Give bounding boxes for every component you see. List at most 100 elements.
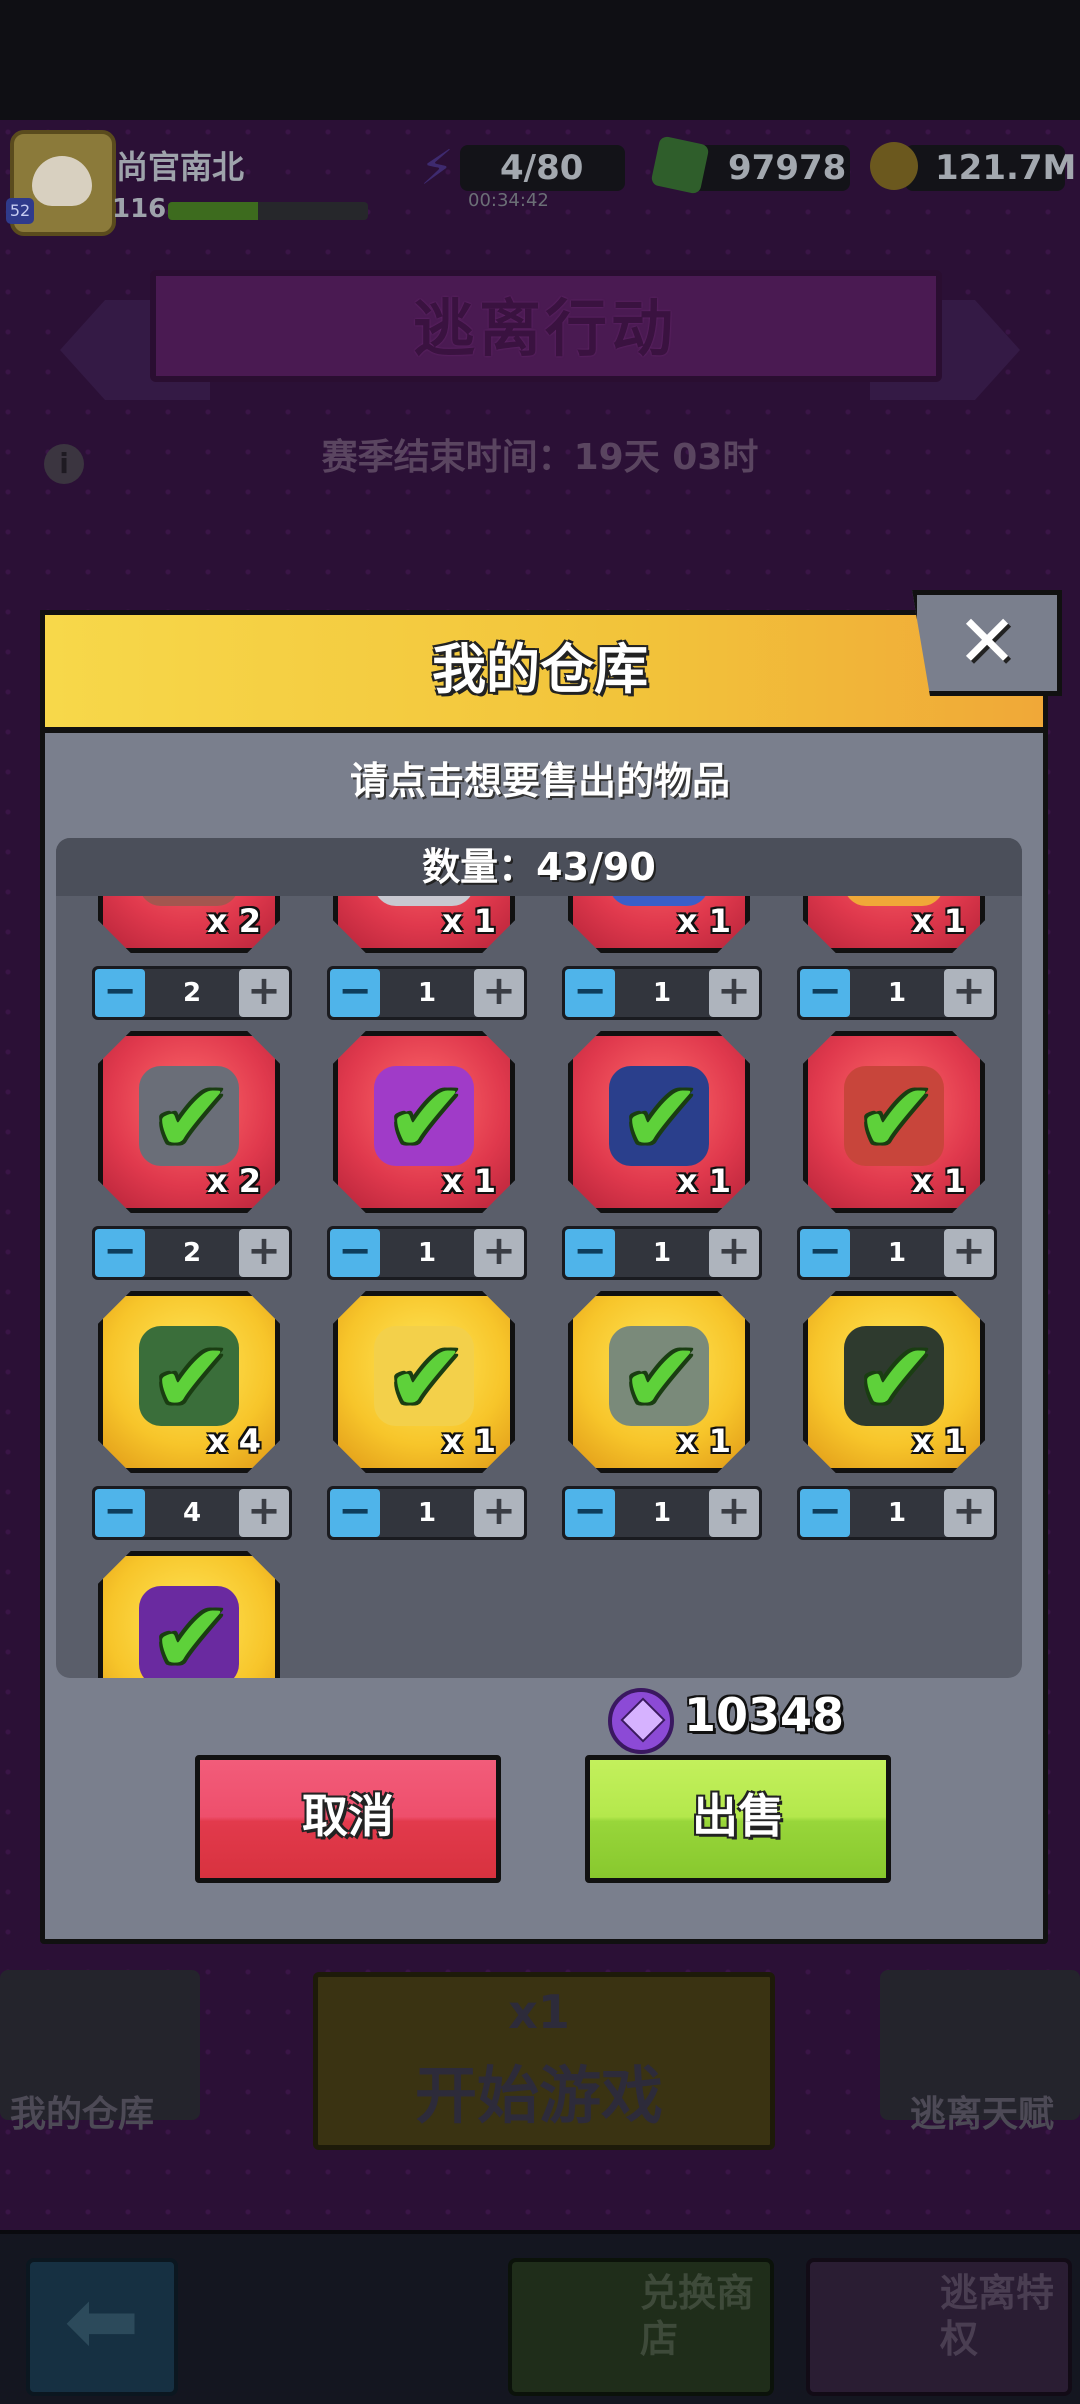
quantity-badge: x 1 [441, 1162, 496, 1200]
item-tile[interactable]: ✔x 1 [568, 1031, 750, 1213]
stepper-value: 1 [417, 978, 437, 1008]
xp-bar-fill [168, 202, 258, 220]
minus-button[interactable]: − [565, 1229, 615, 1277]
quantity-stepper: − 4 + [92, 1486, 292, 1540]
quantity-badge: x 1 [911, 902, 966, 940]
plus-button[interactable]: + [474, 1489, 524, 1537]
item-tile[interactable]: ✔x 2 [98, 896, 280, 953]
item-tile[interactable]: ✔x 1 [803, 1291, 985, 1473]
quantity-stepper: − 1 + [562, 966, 762, 1020]
minus-button[interactable]: − [330, 1229, 380, 1277]
quantity-stepper: − 1 + [797, 1486, 997, 1540]
item-tile[interactable]: ✔ [98, 1551, 280, 1678]
green-gem-icon [650, 135, 710, 195]
checkmark-icon: ✔ [621, 1062, 702, 1174]
talent-label: 逃离天赋 [910, 2094, 1055, 2135]
quantity-badge: x 2 [206, 902, 261, 940]
gem-value: 97978 [728, 148, 847, 188]
sell-total-gems: 10348 [684, 1688, 845, 1742]
status-bar-area [0, 0, 1080, 120]
start-cost: x1 [508, 1985, 570, 2039]
stepper-value: 1 [417, 1498, 437, 1528]
checkmark-icon: ✔ [386, 1322, 467, 1434]
plus-button[interactable]: + [239, 969, 289, 1017]
minus-button[interactable]: − [95, 969, 145, 1017]
quantity-badge: x 2 [206, 1162, 261, 1200]
minus-button[interactable]: − [330, 969, 380, 1017]
item-tile[interactable]: ✔x 1 [333, 896, 515, 953]
checkmark-icon: ✔ [856, 1322, 937, 1434]
stepper-value: 1 [417, 1238, 437, 1268]
item-tile[interactable]: ✔x 1 [333, 1291, 515, 1473]
item-tile[interactable]: ✔x 1 [803, 896, 985, 953]
quantity-badge: x 1 [911, 1162, 966, 1200]
item-tile[interactable]: ✔x 1 [803, 1031, 985, 1213]
minus-button[interactable]: − [800, 1489, 850, 1537]
warehouse-label: 我的仓库 [10, 2094, 155, 2135]
season-end-text: 赛季结束时间：19天 03时 [321, 437, 759, 478]
purple-gem-icon [608, 1688, 674, 1754]
minus-button[interactable]: − [800, 1229, 850, 1277]
minus-button[interactable]: − [800, 969, 850, 1017]
checkmark-icon: ✔ [621, 1322, 702, 1434]
plus-button[interactable]: + [474, 1229, 524, 1277]
stepper-value: 1 [652, 1498, 672, 1528]
energy-timer: 00:34:42 [468, 190, 549, 211]
item-grid[interactable]: ✔x 2−2+✔x 1−1+✔x 1−1+✔x 1−1+✔x 2−2+✔x 1−… [56, 896, 1022, 1678]
quantity-stepper: − 2 + [92, 966, 292, 1020]
plus-button[interactable]: + [709, 1489, 759, 1537]
item-tile[interactable]: ✔ x 4 [98, 1291, 280, 1473]
minus-button[interactable]: − [330, 1489, 380, 1537]
item-count: 数量：43/90 [56, 838, 1022, 896]
plus-button[interactable]: + [709, 1229, 759, 1277]
quantity-stepper: − 1 + [327, 1486, 527, 1540]
plus-button[interactable]: + [239, 1489, 289, 1537]
item-tile[interactable]: ✔x 2 [98, 1031, 280, 1213]
plus-button[interactable]: + [239, 1229, 289, 1277]
coin-value: 121.7M [935, 148, 1077, 188]
exchange-shop-label: 兑换商店 [640, 2271, 755, 2361]
mode-title: 逃离行动 [412, 292, 677, 365]
quantity-stepper: − 1 + [562, 1226, 762, 1280]
start-game-label: 开始游戏 [414, 2059, 663, 2132]
quantity-badge: x 1 [911, 1422, 966, 1460]
item-tile[interactable]: ✔x 1 [333, 1031, 515, 1213]
minus-button[interactable]: − [565, 969, 615, 1017]
xp-bar [168, 202, 368, 220]
cat-face-icon [32, 156, 92, 206]
plus-button[interactable]: + [944, 1489, 994, 1537]
quantity-badge: x 1 [441, 1422, 496, 1460]
checkmark-icon: ✔ [151, 1062, 232, 1174]
info-icon[interactable]: i [44, 444, 84, 484]
item-grid-panel[interactable]: 数量：43/90 ✔x 2−2+✔x 1−1+✔x 1−1+✔x 1−1+✔x … [56, 838, 1022, 1678]
plus-button[interactable]: + [474, 969, 524, 1017]
checkmark-icon: ✔ [856, 1062, 937, 1174]
plus-button[interactable]: + [944, 969, 994, 1017]
quantity-stepper: − 1 + [327, 1226, 527, 1280]
item-tile[interactable]: ✔x 1 [568, 896, 750, 953]
stepper-value: 1 [887, 978, 907, 1008]
player-name: 尚官南北 [116, 148, 245, 186]
sell-button[interactable]: 出售 [585, 1755, 891, 1883]
item-tile[interactable]: ✔x 1 [568, 1291, 750, 1473]
dialog-title: 我的仓库 [432, 638, 648, 701]
minus-button[interactable]: − [565, 1489, 615, 1537]
checkmark-icon: ✔ [151, 1322, 232, 1434]
close-icon[interactable]: ✕ [912, 590, 1062, 696]
plus-button[interactable]: + [709, 969, 759, 1017]
minus-button[interactable]: − [95, 1489, 145, 1537]
quantity-badge: x 1 [676, 1162, 731, 1200]
back-arrow-icon[interactable]: ⬅ [26, 2258, 178, 2396]
privilege-label: 逃离特权 [940, 2271, 1055, 2361]
plus-button[interactable]: + [944, 1229, 994, 1277]
quantity-stepper: − 1 + [327, 966, 527, 1020]
minus-button[interactable]: − [95, 1229, 145, 1277]
stepper-value: 1 [887, 1238, 907, 1268]
quantity-stepper: − 2 + [92, 1226, 292, 1280]
cancel-button[interactable]: 取消 [195, 1755, 501, 1883]
energy-value: 4/80 [500, 148, 584, 188]
stepper-value: 4 [182, 1498, 202, 1528]
stepper-value: 2 [182, 1238, 202, 1268]
sell-instruction: 请点击想要售出的物品 [349, 759, 730, 803]
lightning-icon: ⚡ [420, 140, 454, 196]
